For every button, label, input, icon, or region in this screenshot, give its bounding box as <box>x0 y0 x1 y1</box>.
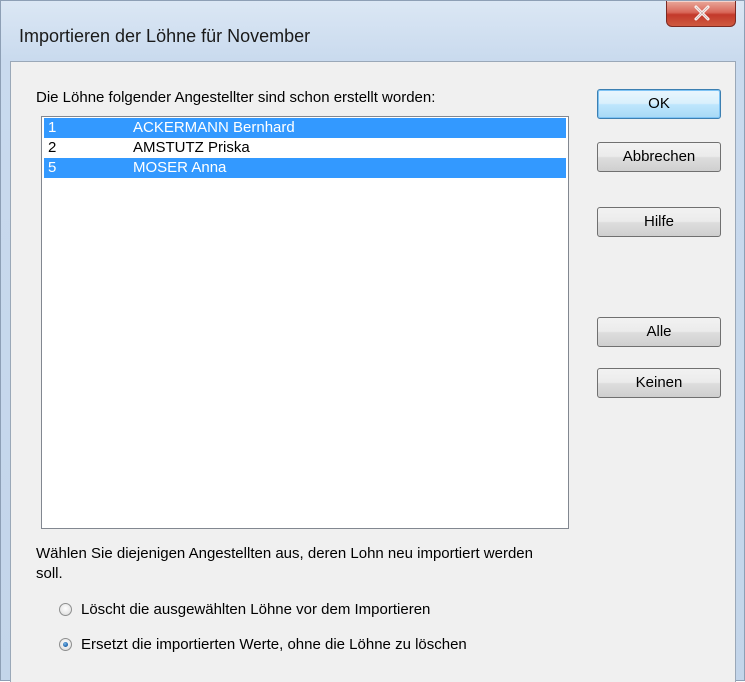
radio-button[interactable] <box>59 603 72 616</box>
list-item-number: 1 <box>48 119 57 136</box>
title-bar[interactable]: Importieren der Löhne für November <box>1 1 744 46</box>
list-item-name: AMSTUTZ Priska <box>133 139 250 156</box>
cancel-button[interactable]: Abbrechen <box>597 142 721 172</box>
window-title: Importieren der Löhne für November <box>19 26 311 46</box>
list-item-name: ACKERMANN Bernhard <box>133 119 295 136</box>
list-item-number: 2 <box>48 139 57 156</box>
select-all-button[interactable]: Alle <box>597 317 721 347</box>
list-item[interactable]: 1 ACKERMANN Bernhard <box>44 118 566 138</box>
close-icon <box>694 5 710 21</box>
list-item-number: 5 <box>48 159 57 176</box>
radio-label: Löscht die ausgewählten Löhne vor dem Im… <box>81 601 431 618</box>
ok-button[interactable]: OK <box>597 89 721 119</box>
select-none-button[interactable]: Keinen <box>597 368 721 398</box>
radio-label: Ersetzt die importierten Werte, ohne die… <box>81 636 467 653</box>
list-label: Die Löhne folgender Angestellter sind sc… <box>36 89 436 106</box>
employee-listbox[interactable]: 1 ACKERMANN Bernhard 2 AMSTUTZ Priska 5 … <box>41 116 569 529</box>
help-button[interactable]: Hilfe <box>597 207 721 237</box>
selection-hint: Wählen Sie diejenigen Angestellten aus, … <box>36 545 533 582</box>
radio-button[interactable] <box>59 638 72 651</box>
close-button[interactable] <box>666 1 736 27</box>
list-item[interactable]: 5 MOSER Anna <box>44 158 566 178</box>
list-item-name: MOSER Anna <box>133 159 227 176</box>
list-item[interactable]: 2 AMSTUTZ Priska <box>44 138 566 158</box>
